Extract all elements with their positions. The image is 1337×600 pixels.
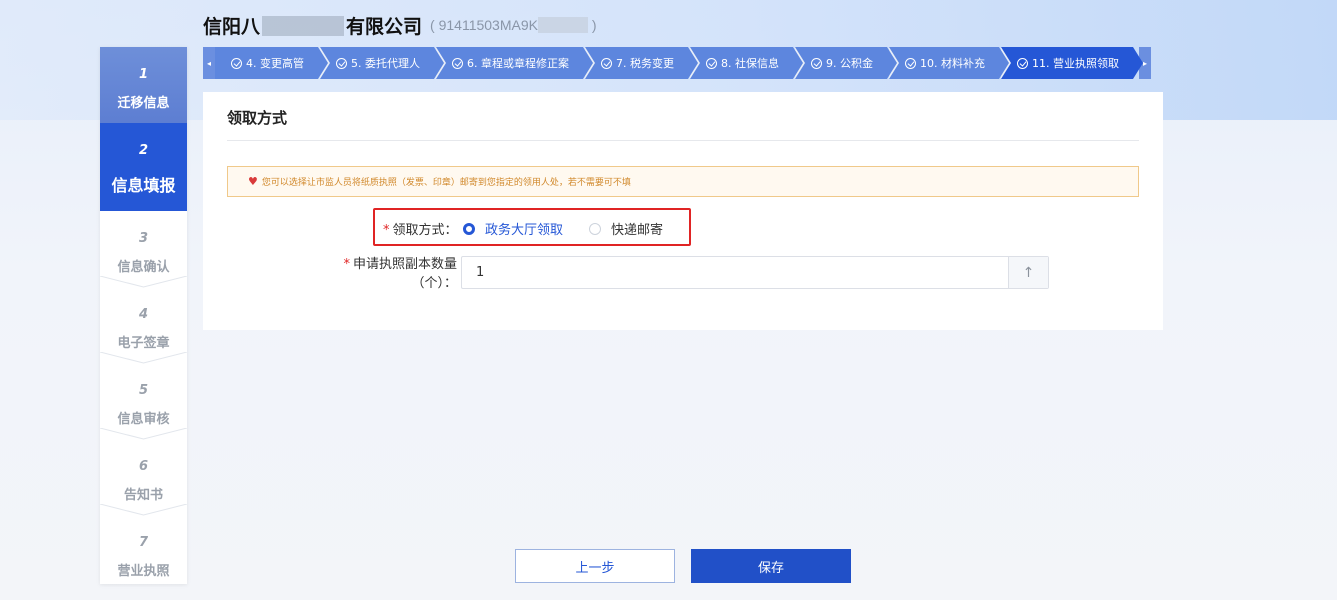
step-number: 1 xyxy=(138,67,149,82)
copies-number-input[interactable]: 1 ↑ xyxy=(461,256,1049,289)
save-button[interactable]: 保存 xyxy=(691,549,851,583)
tab-agent[interactable]: 5. 委托代理人 xyxy=(320,47,444,79)
tab-license-pickup[interactable]: 11. 营业执照领取 xyxy=(1001,47,1143,79)
step-number: 2 xyxy=(138,143,149,158)
progress-stepper: 1 迁移信息 2 信息填报 3 信息确认 4 电子签章 5 信息审核 6 告知书… xyxy=(100,47,187,584)
sub-step-tabs: ◂ 4. 变更高管 5. 委托代理人 6. 章程或章程修正案 7. 税务变更 8… xyxy=(203,47,1163,79)
tab-label: 7. 税务变更 xyxy=(616,57,674,70)
step-4[interactable]: 4 电子签章 xyxy=(100,287,187,364)
tab-social-security[interactable]: 8. 社保信息 xyxy=(690,47,803,79)
step-number: 5 xyxy=(138,383,149,398)
step-6[interactable]: 6 告知书 xyxy=(100,439,187,516)
notice-banner: ♥ 您可以选择让市监人员将纸质执照（发票、印章）邮寄到您指定的领用人处，若不需要… xyxy=(227,166,1139,197)
step-label: 营业执照 xyxy=(117,564,170,579)
credit-code: ( 91411503MA9K ) xyxy=(430,17,597,33)
tab-change-executives[interactable]: 4. 变更高管 xyxy=(215,47,328,79)
step-7[interactable]: 7 营业执照 xyxy=(100,515,187,591)
check-circle-icon xyxy=(452,57,463,69)
radio-selected-icon xyxy=(463,222,475,235)
tabs-scroll-left-button[interactable]: ◂ xyxy=(203,47,215,79)
tab-label: 9. 公积金 xyxy=(826,57,873,70)
check-circle-icon xyxy=(1017,57,1028,69)
step-label: 信息审核 xyxy=(117,412,170,427)
radio-unselected-icon xyxy=(589,222,601,235)
step-number: 3 xyxy=(138,231,149,246)
tab-housing-fund[interactable]: 9. 公积金 xyxy=(795,47,897,79)
tab-label: 5. 委托代理人 xyxy=(351,57,420,70)
tab-label: 10. 材料补充 xyxy=(920,57,985,70)
radio-hall-pickup[interactable]: 政务大厅领取 xyxy=(463,219,563,238)
step-1[interactable]: 1 迁移信息 xyxy=(100,47,187,123)
step-label: 信息确认 xyxy=(117,260,170,275)
caret-right-icon: ▸ xyxy=(1142,58,1147,68)
radio-express-mail[interactable]: 快递邮寄 xyxy=(589,219,663,238)
divider xyxy=(227,140,1139,141)
step-number: 4 xyxy=(138,307,149,322)
check-circle-icon xyxy=(231,57,242,69)
previous-step-button[interactable]: 上一步 xyxy=(515,549,675,583)
card-title: 领取方式 xyxy=(227,109,288,127)
notice-text: 您可以选择让市监人员将纸质执照（发票、印章）邮寄到您指定的领用人处，若不需要可不… xyxy=(261,178,631,188)
pickup-card: 领取方式 ♥ 您可以选择让市监人员将纸质执照（发票、印章）邮寄到您指定的领用人处… xyxy=(203,92,1163,330)
step-label: 信息填报 xyxy=(111,176,176,195)
company-name: 信阳八 有限公司 xyxy=(203,15,423,38)
copies-label: * 申请执照副本数量 （个）： xyxy=(343,257,457,291)
copies-value: 1 xyxy=(476,265,485,280)
step-3[interactable]: 3 信息确认 xyxy=(100,211,187,288)
heart-icon: ♥ xyxy=(248,175,258,188)
tab-label: 11. 营业执照领取 xyxy=(1032,57,1119,70)
redaction-mask xyxy=(262,15,345,36)
tab-articles[interactable]: 6. 章程或章程修正案 xyxy=(436,47,593,79)
radio-label: 政务大厅领取 xyxy=(485,223,564,238)
tab-tax-change[interactable]: 7. 税务变更 xyxy=(585,47,698,79)
tab-label: 4. 变更高管 xyxy=(246,57,304,70)
step-label: 迁移信息 xyxy=(117,96,170,111)
check-circle-icon xyxy=(601,57,612,69)
check-circle-icon xyxy=(811,57,822,69)
step-number: 6 xyxy=(138,459,149,474)
tab-label: 6. 章程或章程修正案 xyxy=(467,57,569,70)
step-number: 7 xyxy=(138,535,149,550)
increment-arrow-icon[interactable]: ↑ xyxy=(1008,257,1048,288)
step-label: 电子签章 xyxy=(117,336,170,351)
caret-left-icon: ◂ xyxy=(206,58,211,68)
step-5[interactable]: 5 信息审核 xyxy=(100,363,187,440)
page-header: 信阳八 有限公司 ( 91411503MA9K ) xyxy=(203,10,597,40)
check-circle-icon xyxy=(706,57,717,69)
radio-label: 快递邮寄 xyxy=(611,223,664,238)
check-circle-icon xyxy=(905,57,916,69)
tab-label: 8. 社保信息 xyxy=(721,57,779,70)
check-circle-icon xyxy=(336,57,347,69)
redaction-mask xyxy=(537,17,588,33)
step-label: 告知书 xyxy=(123,488,163,503)
tab-materials[interactable]: 10. 材料补充 xyxy=(889,47,1009,79)
pickup-method-label: * 领取方式： xyxy=(383,223,458,238)
pickup-method-highlight: * 领取方式： 政务大厅领取 快递邮寄 xyxy=(373,208,691,246)
step-2[interactable]: 2 信息填报 xyxy=(100,123,187,211)
